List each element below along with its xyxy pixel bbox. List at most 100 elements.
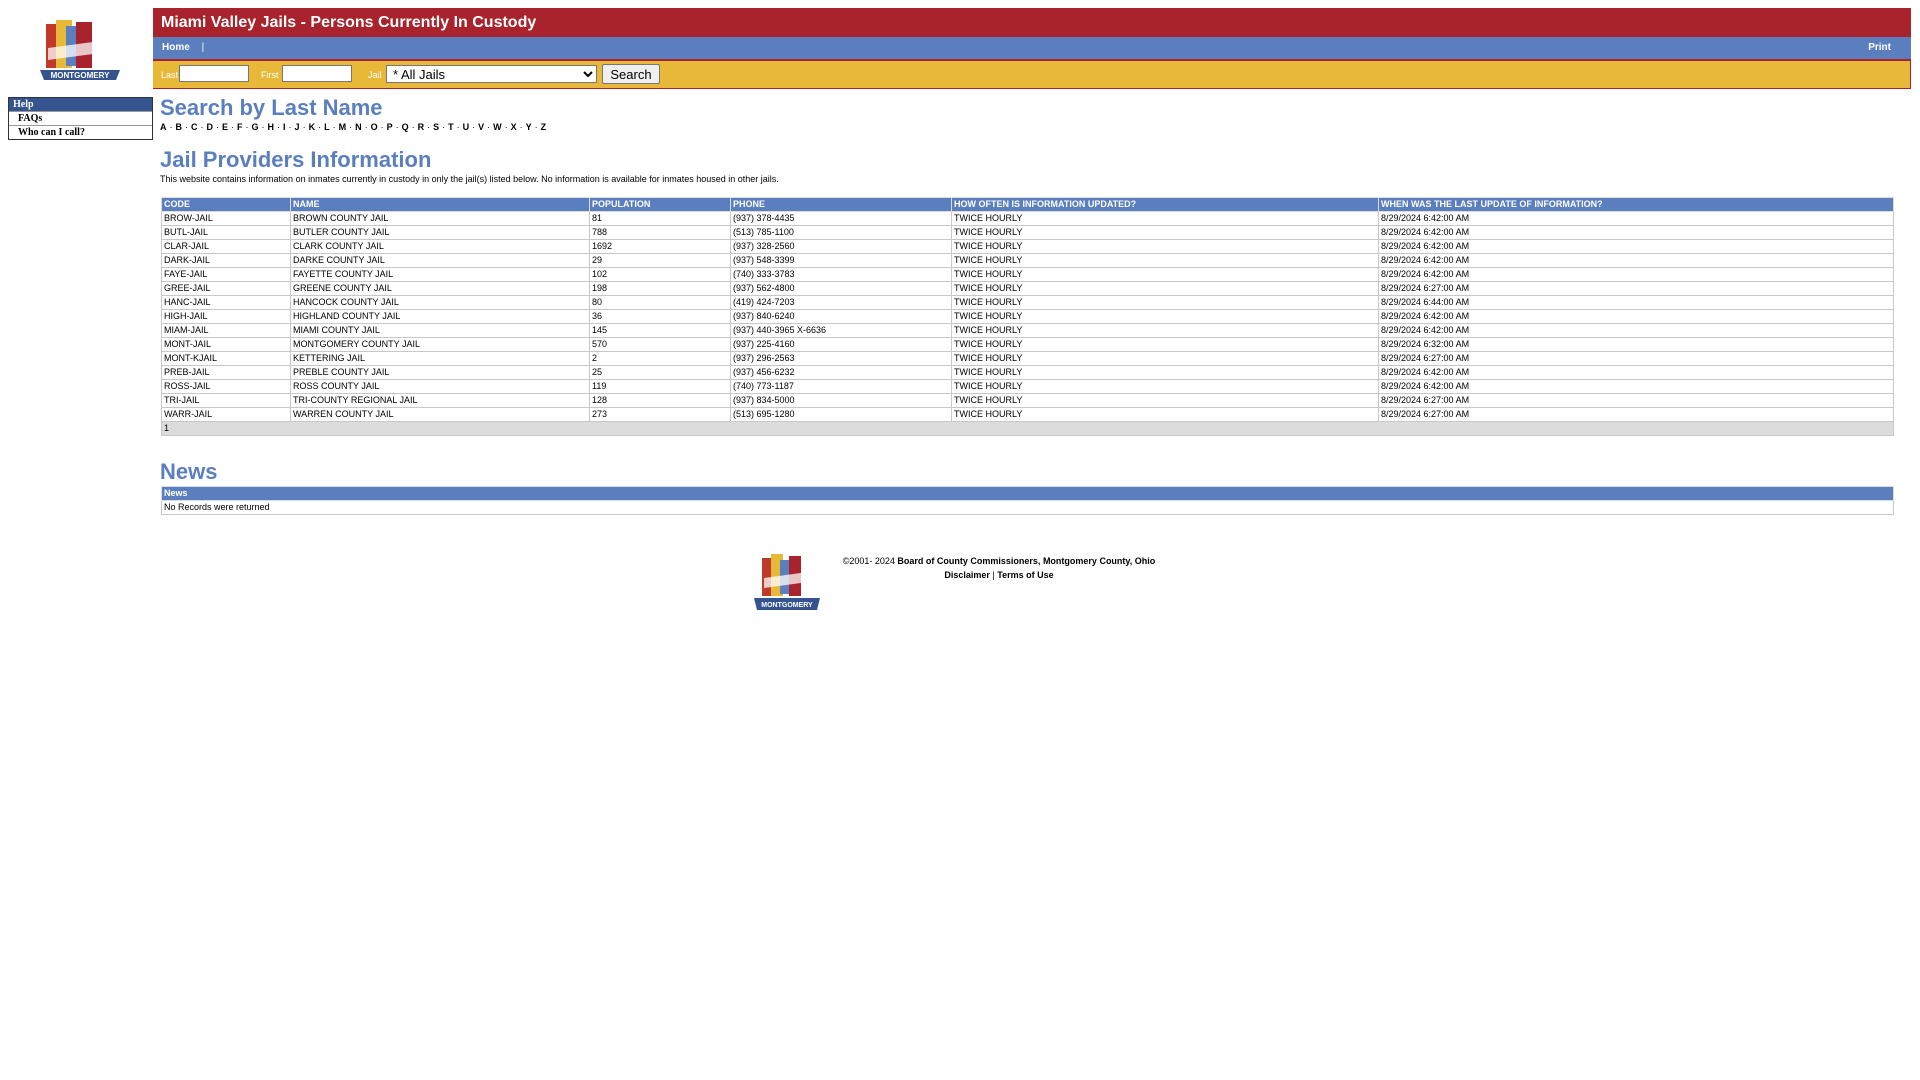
- news-empty-message: No Records were returned: [161, 500, 1894, 515]
- column-header: CODE: [161, 197, 291, 212]
- column-header: WHEN WAS THE LAST UPDATE OF INFORMATION?: [1378, 197, 1894, 212]
- letter-link-q[interactable]: Q: [402, 122, 409, 132]
- table-row: HANC-JAIL HANCOCK COUNTY JAIL 80 (419) 424-…: [161, 295, 1894, 310]
- letter-link-u[interactable]: U: [463, 122, 470, 132]
- table-cell: (937) 548-3399: [730, 253, 952, 268]
- table-cell: FAYE-JAIL: [161, 267, 291, 282]
- logo-icon: MONTGOMERY: [8, 8, 153, 89]
- letter-separator: ·: [277, 122, 281, 132]
- table-cell: (937) 225-4160: [730, 337, 952, 352]
- letter-separator: ·: [364, 122, 368, 132]
- jail-select[interactable]: * All Jails: [386, 65, 597, 83]
- letter-separator: ·: [245, 122, 249, 132]
- column-header: PHONE: [730, 197, 952, 212]
- letter-separator: ·: [318, 122, 322, 132]
- table-cell: BROWN COUNTY JAIL: [290, 211, 590, 226]
- letter-link-g[interactable]: G: [252, 122, 259, 132]
- search-button[interactable]: Search: [602, 64, 660, 84]
- main-content: Search by Last Name A · B · C · D · E · F · G · H · I · J ·…: [160, 96, 1903, 515]
- letter-link-i[interactable]: I: [283, 122, 286, 132]
- table-cell: PREB-JAIL: [161, 365, 291, 380]
- letter-link-d[interactable]: D: [207, 122, 214, 132]
- copyright: ©2001- 2024: [842, 556, 895, 566]
- letter-link-m[interactable]: M: [339, 122, 347, 132]
- table-row: PREB-JAIL PREBLE COUNTY JAIL 25 (937) 456-6…: [161, 365, 1894, 380]
- table-row: FAYE-JAIL FAYETTE COUNTY JAIL 102 (740) 333…: [161, 267, 1894, 282]
- footer: MONTGOMERY ©2001- 2024 Board of County C…: [752, 552, 1172, 614]
- letter-link-v[interactable]: V: [478, 122, 484, 132]
- table-cell: 29: [589, 253, 731, 268]
- table-cell: TRI-JAIL: [161, 393, 291, 408]
- table-cell: (937) 328-2560: [730, 239, 952, 254]
- table-cell: TWICE HOURLY: [951, 309, 1379, 324]
- letter-link-y[interactable]: Y: [526, 122, 532, 132]
- first-name-input[interactable]: [282, 65, 352, 82]
- menu-item-who-can-i-call[interactable]: Who can I call?: [9, 125, 152, 139]
- table-cell: TWICE HOURLY: [951, 281, 1379, 296]
- table-cell: MIAM-JAIL: [161, 323, 291, 338]
- column-header: HOW OFTEN IS INFORMATION UPDATED?: [951, 197, 1379, 212]
- last-name-input[interactable]: [179, 65, 249, 82]
- table-cell: TWICE HOURLY: [951, 211, 1379, 226]
- letter-separator: ·: [395, 122, 399, 132]
- svg-text:MONTGOMERY: MONTGOMERY: [761, 602, 813, 609]
- letter-separator: ·: [261, 122, 265, 132]
- letter-separator: ·: [472, 122, 476, 132]
- letter-separator: ·: [200, 122, 204, 132]
- table-cell: GREENE COUNTY JAIL: [290, 281, 590, 296]
- table-cell: TWICE HOURLY: [951, 239, 1379, 254]
- letter-link-p[interactable]: P: [387, 122, 393, 132]
- letter-link-f[interactable]: F: [237, 122, 243, 132]
- letter-link-z[interactable]: Z: [541, 122, 547, 132]
- letter-link-o[interactable]: O: [371, 122, 378, 132]
- letter-link-h[interactable]: H: [268, 122, 275, 132]
- letter-link-x[interactable]: X: [511, 122, 517, 132]
- page-number-link[interactable]: 1: [161, 421, 1894, 436]
- letter-separator: ·: [487, 122, 491, 132]
- site-header: MONTGOMERY Miami Valley Jails - Persons …: [8, 8, 1911, 89]
- letter-separator: ·: [442, 122, 446, 132]
- table-cell: WARR-JAIL: [161, 407, 291, 422]
- print-link[interactable]: Print: [1868, 37, 1891, 59]
- table-cell: MIAMI COUNTY JAIL: [290, 323, 590, 338]
- letter-link-t[interactable]: T: [448, 122, 454, 132]
- letter-link-s[interactable]: S: [433, 122, 439, 132]
- table-cell: TWICE HOURLY: [951, 351, 1379, 366]
- letter-link-b[interactable]: B: [176, 122, 183, 132]
- table-cell: 8/29/2024 6:32:00 AM: [1378, 337, 1894, 352]
- table-cell: (937) 456-6232: [730, 365, 952, 380]
- table-row: GREE-JAIL GREENE COUNTY JAIL 198 (937) 562-…: [161, 281, 1894, 296]
- letter-link-w[interactable]: W: [493, 122, 502, 132]
- menu-item-faqs[interactable]: FAQs: [9, 111, 152, 125]
- letter-separator: ·: [504, 122, 508, 132]
- top-nav: Home | Print: [153, 37, 1911, 59]
- letter-link-a[interactable]: A: [160, 122, 167, 132]
- disclaimer-link[interactable]: Disclaimer: [944, 570, 990, 580]
- table-cell: 8/29/2024 6:42:00 AM: [1378, 379, 1894, 394]
- table-row: BUTL-JAIL BUTLER COUNTY JAIL 788 (513) 785-…: [161, 225, 1894, 240]
- table-cell: CLAR-JAIL: [161, 239, 291, 254]
- table-cell: (937) 296-2563: [730, 351, 952, 366]
- table-cell: TWICE HOURLY: [951, 379, 1379, 394]
- letter-link-n[interactable]: N: [355, 122, 362, 132]
- table-cell: 8/29/2024 6:42:00 AM: [1378, 239, 1894, 254]
- table-cell: 8/29/2024 6:42:00 AM: [1378, 365, 1894, 380]
- montgomery-county-logo[interactable]: MONTGOMERY: [8, 8, 153, 89]
- letter-link-r[interactable]: R: [418, 122, 425, 132]
- table-cell: 8/29/2024 6:42:00 AM: [1378, 267, 1894, 282]
- terms-link[interactable]: Terms of Use: [997, 570, 1053, 580]
- letter-separator: ·: [456, 122, 460, 132]
- table-row: MIAM-JAIL MIAMI COUNTY JAIL 145 (937) 440-3…: [161, 323, 1894, 338]
- letter-link-k[interactable]: K: [309, 122, 316, 132]
- table-row: TRI-JAIL TRI-COUNTY REGIONAL JAIL 128 (937)…: [161, 393, 1894, 408]
- table-row: WARR-JAIL WARREN COUNTY JAIL 273 (513) 695-…: [161, 407, 1894, 422]
- letter-link-j[interactable]: J: [295, 122, 300, 132]
- org-link[interactable]: Board of County Commissioners, Montgomer…: [897, 556, 1155, 566]
- table-row: HIGH-JAIL HIGHLAND COUNTY JAIL 36 (937) 840…: [161, 309, 1894, 324]
- letter-link-c[interactable]: C: [191, 122, 198, 132]
- table-cell: 8/29/2024 6:42:00 AM: [1378, 225, 1894, 240]
- letter-link-e[interactable]: E: [222, 122, 228, 132]
- nav-home-link[interactable]: Home: [162, 42, 190, 53]
- footer-text: ©2001- 2024 Board of County Commissioner…: [824, 554, 1174, 582]
- letter-link-l[interactable]: L: [324, 122, 330, 132]
